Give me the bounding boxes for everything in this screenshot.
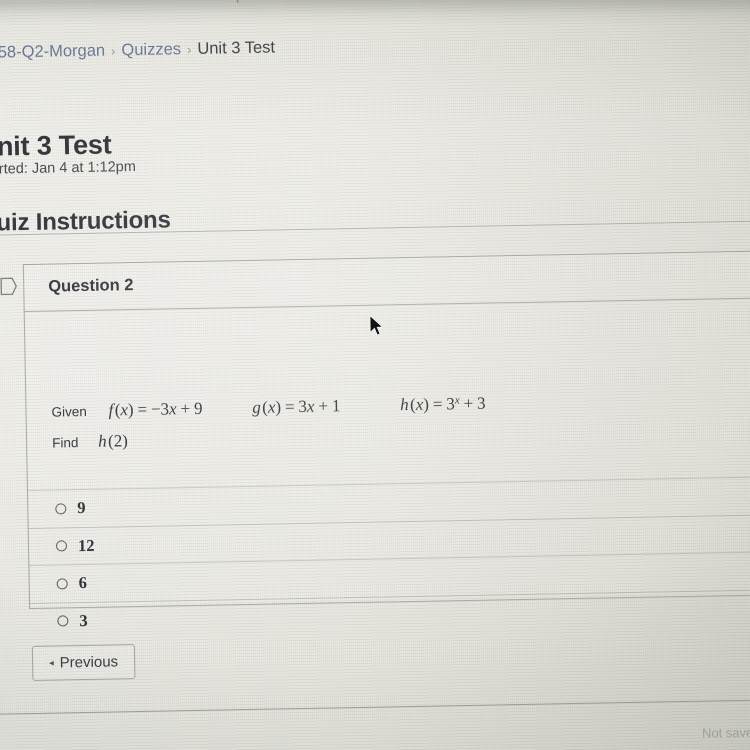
save-status-note: Not saved bbox=[701, 724, 750, 741]
question-given-line: Given f (x) = −3x + 9 g (x) = 3x + 1 h (… bbox=[51, 394, 485, 422]
given-label: Given bbox=[51, 403, 87, 420]
find-expression: h (2) bbox=[97, 431, 129, 451]
breadcrumb-separator-icon: › bbox=[110, 43, 116, 59]
radio-button-icon-1[interactable] bbox=[55, 503, 67, 515]
question-header: Question 2 bbox=[0, 251, 750, 313]
chevron-left-icon: ◂ bbox=[49, 657, 54, 668]
breadcrumb-item-current: Unit 3 Test bbox=[197, 38, 276, 58]
previous-button[interactable]: ◂ Previous bbox=[31, 644, 136, 681]
quiz-started-timestamp: Started: Jan 4 at 1:12pm bbox=[0, 158, 137, 178]
find-label: Find bbox=[51, 435, 79, 451]
browser-url-text: quizzes/269009/take/questions/1748136 bbox=[230, 0, 538, 4]
breadcrumb-item-course[interactable]: -4158-Q2-Morgan bbox=[0, 42, 105, 63]
browser-url-bar-remnant: quizzes/269009/take/questions/1748136 bbox=[0, 0, 750, 18]
quiz-page: quizzes/269009/take/questions/1748136 -4… bbox=[0, 0, 750, 741]
question-find-line: Find h (2) bbox=[52, 431, 128, 452]
flag-outline-icon[interactable] bbox=[0, 277, 17, 296]
radio-button-icon-3[interactable] bbox=[56, 578, 68, 590]
answer-option-label-3: 6 bbox=[78, 573, 88, 593]
page-title: Unit 3 Test bbox=[0, 129, 112, 162]
radio-button-icon-2[interactable] bbox=[55, 540, 68, 552]
answer-option-label-4: 3 bbox=[79, 610, 88, 630]
function-g-expression: g (x) = 3x + 1 bbox=[252, 396, 341, 417]
section-divider-bottom bbox=[0, 699, 750, 716]
function-h-expression: h (x) = 3x + 3 bbox=[399, 393, 486, 415]
question-number-label: Question 2 bbox=[48, 276, 134, 296]
breadcrumb-item-quizzes[interactable]: Quizzes bbox=[121, 40, 181, 60]
answer-option-label-2: 12 bbox=[77, 535, 95, 555]
answer-options-list: 9 12 6 3 bbox=[27, 476, 750, 640]
breadcrumb: -4158-Q2-Morgan › Quizzes › Unit 3 Test bbox=[0, 38, 275, 63]
screen-photo-surface: quizzes/269009/take/questions/1748136 -4… bbox=[0, 0, 750, 750]
radio-button-icon-4[interactable] bbox=[57, 615, 69, 627]
answer-option-label-1: 9 bbox=[77, 498, 86, 518]
previous-button-label: Previous bbox=[59, 653, 119, 672]
breadcrumb-separator-icon-2: › bbox=[186, 41, 192, 58]
question-card: Question 2 Given f (x) = −3x + 9 g (x) =… bbox=[0, 250, 750, 640]
function-f-expression: f (x) = −3x + 9 bbox=[108, 398, 203, 420]
